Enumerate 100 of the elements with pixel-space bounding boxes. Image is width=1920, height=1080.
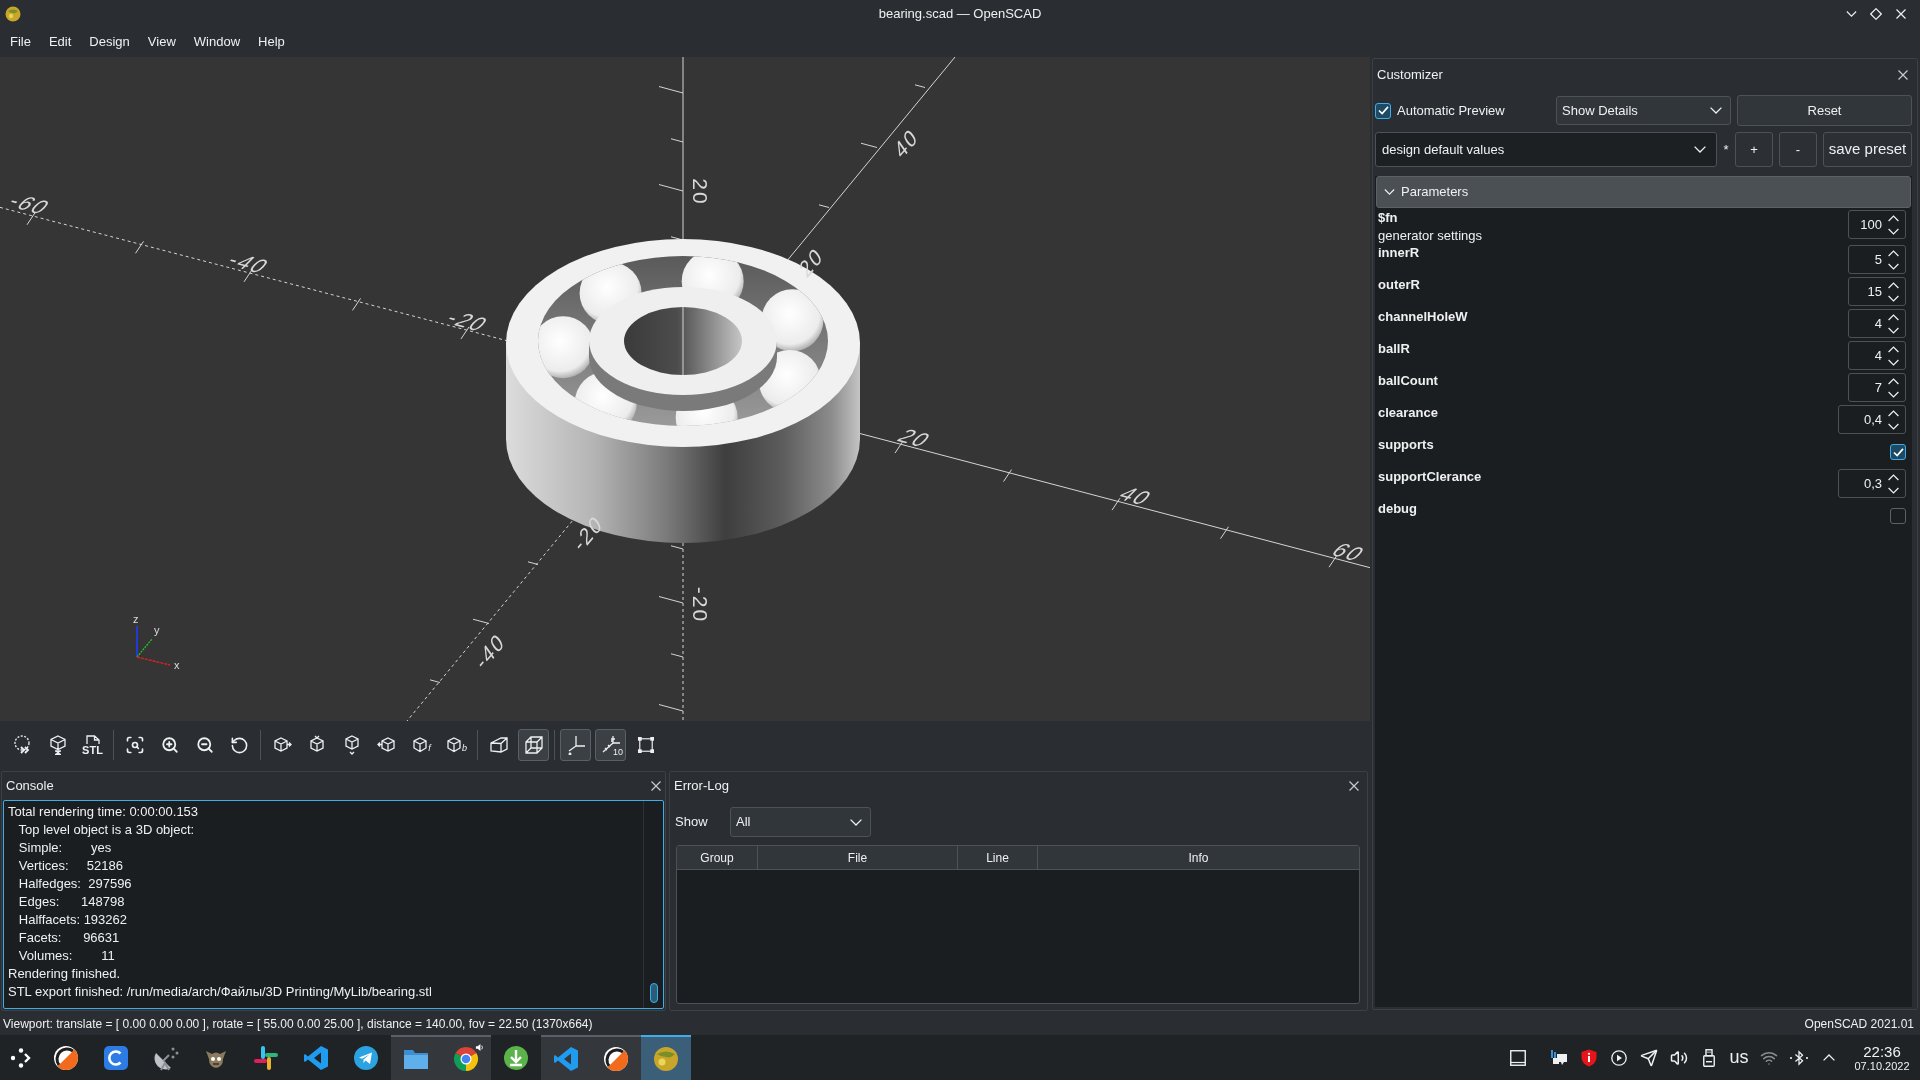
close-icon[interactable] xyxy=(651,781,661,791)
number-field[interactable]: 7 xyxy=(1848,373,1906,402)
number-field[interactable]: 0,4 xyxy=(1838,405,1906,434)
ruler-axes-icon xyxy=(600,735,621,755)
axis-label: -40 xyxy=(472,628,508,674)
toolbar-button[interactable]: STL xyxy=(77,729,108,761)
column-header[interactable]: Info xyxy=(1037,846,1359,869)
taskbar-app[interactable] xyxy=(591,1035,641,1080)
toolbar-button[interactable]: b xyxy=(441,729,472,761)
menu-item[interactable]: View xyxy=(138,30,185,54)
chevron-down-icon xyxy=(1845,10,1857,17)
bluetooth-icon[interactable] xyxy=(1789,1049,1809,1066)
number-field[interactable]: 15 xyxy=(1848,277,1906,306)
column-header[interactable]: File xyxy=(757,846,957,869)
zoom-out-icon xyxy=(195,736,214,754)
filter-dropdown[interactable]: All xyxy=(730,807,871,837)
menu-item[interactable]: Edit xyxy=(39,30,81,54)
toolbar-button[interactable] xyxy=(560,729,591,761)
stepper-icon[interactable] xyxy=(1888,281,1899,302)
chat-windows-icon[interactable] xyxy=(1551,1049,1567,1066)
parameter-name: channelHoleW xyxy=(1378,308,1468,326)
axis-label: 40 xyxy=(890,123,922,163)
console-line: Facets: 96631 xyxy=(17,929,121,947)
perspective-box-icon xyxy=(488,735,509,755)
axis-label: -20 xyxy=(570,510,606,556)
menu-item[interactable]: File xyxy=(1,30,40,54)
panel-title: Console xyxy=(6,777,54,796)
toolbar-button[interactable]: 10 xyxy=(595,729,626,761)
column-header[interactable]: Group xyxy=(677,846,757,869)
section-header[interactable]: Parameters xyxy=(1376,176,1911,208)
split-disc-icon xyxy=(53,1044,79,1071)
number-field[interactable]: 0,3 xyxy=(1838,469,1906,498)
status-text: Viewport: translate = [ 0.00 0.00 0.00 ], rotate = [ 55.00 0.00 25.00 ], distance = 140.00, fov = 22.50 (1370x664) xyxy=(3,1015,593,1033)
axis-label: 60 xyxy=(1327,539,1370,565)
stepper-icon[interactable] xyxy=(1888,409,1899,430)
axis-label: 20 xyxy=(795,242,827,282)
axis-letter: z xyxy=(133,614,139,625)
shield-info-icon[interactable] xyxy=(1581,1048,1597,1067)
ribbon-icon xyxy=(553,1045,579,1072)
window-square-icon[interactable] xyxy=(1510,1049,1526,1066)
toolbar-button[interactable]: f xyxy=(406,729,437,761)
close-icon[interactable] xyxy=(1898,69,1908,80)
play-circle-icon[interactable] xyxy=(1611,1049,1627,1066)
stepper-icon[interactable] xyxy=(1888,473,1899,494)
parameter-name: clearance xyxy=(1378,404,1438,422)
stepper-icon[interactable] xyxy=(1888,377,1899,398)
axis-label: 20 xyxy=(689,178,711,206)
clock[interactable]: 22:36 07.10.2022 xyxy=(1852,1043,1912,1072)
version-text: OpenSCAD 2021.01 xyxy=(1804,1015,1915,1033)
console-line: Vertices: 52186 xyxy=(17,857,124,875)
volume-icon[interactable] xyxy=(1670,1048,1688,1067)
3d-viewport[interactable]: -60 -40 -20 20 40 60 40 20 -20 -40 20 -20 z y x xyxy=(0,57,1370,721)
letter-tile-icon xyxy=(103,1044,129,1071)
panel-title: Error-Log xyxy=(674,777,729,796)
usb-stick-icon[interactable] xyxy=(1703,1048,1715,1067)
close-icon[interactable] xyxy=(1349,781,1359,791)
preset-dropdown[interactable]: design default values xyxy=(1375,132,1717,167)
keyboard-layout[interactable]: us xyxy=(1724,1044,1754,1071)
stepper-icon[interactable] xyxy=(1888,345,1899,366)
parameter-name: ballR xyxy=(1378,340,1410,358)
checkbox[interactable] xyxy=(1890,508,1906,524)
preset-button[interactable]: + xyxy=(1735,132,1773,167)
column-header[interactable]: Line xyxy=(957,846,1037,869)
number-field[interactable]: 100 xyxy=(1848,210,1906,239)
checkbox[interactable] xyxy=(1375,102,1391,119)
preset-button[interactable]: save preset xyxy=(1823,132,1912,167)
stepper-icon[interactable] xyxy=(1888,313,1899,334)
number-field[interactable]: 4 xyxy=(1848,309,1906,338)
preset-button[interactable]: - xyxy=(1779,132,1817,167)
menu-item[interactable]: Design xyxy=(80,30,139,54)
toolbar-button[interactable] xyxy=(518,729,549,761)
number-field[interactable]: 5 xyxy=(1848,245,1906,274)
sphere-icon xyxy=(653,1045,679,1072)
details-dropdown[interactable]: Show Details xyxy=(1556,96,1731,125)
menu-item[interactable]: Window xyxy=(184,30,250,54)
reset-button[interactable]: Reset xyxy=(1737,95,1912,126)
console-line: Volumes: 11 xyxy=(17,947,116,965)
axis-label: -60 xyxy=(3,190,57,218)
axis-label: 40 xyxy=(1114,483,1158,509)
ribbon-icon xyxy=(303,1044,329,1071)
number-field[interactable]: 4 xyxy=(1848,341,1906,370)
cube-icon xyxy=(446,737,462,753)
console-line: Halfedges: 297596 xyxy=(17,875,133,893)
checkbox-label[interactable]: Automatic Preview xyxy=(1397,100,1505,121)
parameter-name: ballCount xyxy=(1378,372,1438,390)
rotate-arrow-icon xyxy=(230,735,249,755)
checkbox[interactable] xyxy=(1890,444,1906,460)
console-line: Top level object is a 3D object: xyxy=(17,821,196,839)
stepper-icon[interactable] xyxy=(1888,249,1899,270)
wireframe-cube-icon xyxy=(523,735,544,755)
axis-label: -40 xyxy=(222,249,276,277)
parameter-name: $fn xyxy=(1378,209,1399,227)
parameter-name: outerR xyxy=(1378,276,1420,294)
menu-item[interactable]: Help xyxy=(249,30,294,54)
stepper-icon[interactable] xyxy=(1888,214,1899,235)
console-line: Halffacets: 193262 xyxy=(17,911,128,929)
taskbar-app[interactable] xyxy=(441,1035,491,1080)
chevron-up-icon[interactable] xyxy=(1823,1054,1835,1061)
scrollbar[interactable] xyxy=(649,983,658,1003)
paper-plane-icon[interactable] xyxy=(1640,1048,1658,1067)
